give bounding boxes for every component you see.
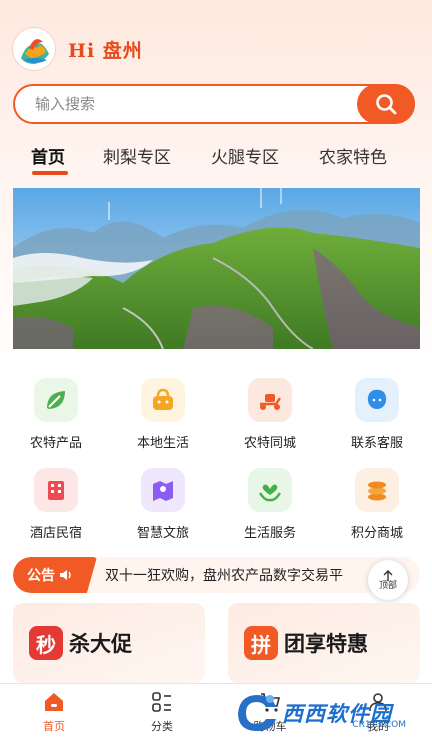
service-local-life[interactable]: 本地生活 [113,378,213,458]
speaker-icon [60,570,71,580]
category-icon [152,692,171,712]
app-header: Hi 盘州 [12,26,143,72]
heart-hands-icon [248,468,292,512]
flash-sale-title: 杀大促 [69,632,132,656]
service-label: 生活服务 [243,526,296,541]
tabbar-home[interactable]: 首页 [0,684,108,741]
announcement-badge: 公告 [13,557,97,593]
panzhou-logo-icon[interactable] [12,27,56,71]
service-label: 联系客服 [350,436,403,451]
home-icon [45,693,63,711]
tab-cili-zone[interactable]: 刺梨专区 [103,143,171,168]
tabbar-category[interactable]: 分类 [108,684,216,741]
service-label: 本地生活 [136,436,189,451]
announcement-badge-label: 公告 [27,568,55,584]
service-label: 积分商城 [350,526,403,541]
tab-ham-zone[interactable]: 火腿专区 [211,143,279,168]
scooter-icon [248,378,292,422]
hotel-icon [34,468,78,512]
category-tabs: 首页 刺梨专区 火腿专区 农家特色 [0,143,432,179]
service-label: 智慧文旅 [136,526,189,541]
service-same-city[interactable]: 农特同城 [220,378,320,458]
headset-icon [355,378,399,422]
watermark-logo-icon [238,695,276,731]
tab-farm-specialty[interactable]: 农家特色 [319,143,387,168]
tabbar-home-label: 首页 [43,720,65,733]
arrow-up-icon [383,569,393,581]
tab-home[interactable]: 首页 [31,143,65,168]
service-hotel[interactable]: 酒店民宿 [6,468,106,548]
service-points-mall[interactable]: 积分商城 [327,468,427,548]
announcement-bar[interactable]: 公告 双十一狂欢购，盘州农产品数字交易平 [13,557,420,593]
group-buy-title: 团享特惠 [284,632,368,656]
service-farm-products[interactable]: 农特产品 [6,378,106,458]
service-label: 酒店民宿 [29,526,82,541]
group-buy-badge: 拼 [244,626,278,660]
service-life-services[interactable]: 生活服务 [220,468,320,548]
announcement-text: 双十一狂欢购，盘州农产品数字交易平 [105,568,343,584]
search-icon [376,94,397,115]
banner-image[interactable] [13,188,420,349]
shopping-basket-icon [141,378,185,422]
tabbar-category-label: 分类 [151,720,173,733]
watermark-subtext: CR173.COM [352,720,406,730]
flash-sale-badge: 秒 [29,626,63,660]
search-button[interactable] [357,84,415,124]
back-to-top-button[interactable]: 顶部 [368,560,408,600]
service-customer-support[interactable]: 联系客服 [327,378,427,458]
service-smart-tourism[interactable]: 智慧文旅 [113,468,213,548]
map-pin-icon [141,468,185,512]
coins-icon [355,468,399,512]
group-buy-card[interactable]: 拼 团享特惠 [228,603,420,683]
leaf-icon [34,378,78,422]
search-input[interactable] [15,86,357,122]
service-label: 农特同城 [243,436,296,451]
flash-sale-card[interactable]: 秒 杀大促 [13,603,205,683]
search-bar [13,84,415,124]
back-to-top-label: 顶部 [378,580,397,591]
greeting-title: Hi 盘州 [68,39,143,62]
service-label: 农特产品 [29,436,82,451]
site-watermark: 西西软件园 CR173.COM [232,688,418,738]
active-tab-indicator [32,171,68,175]
